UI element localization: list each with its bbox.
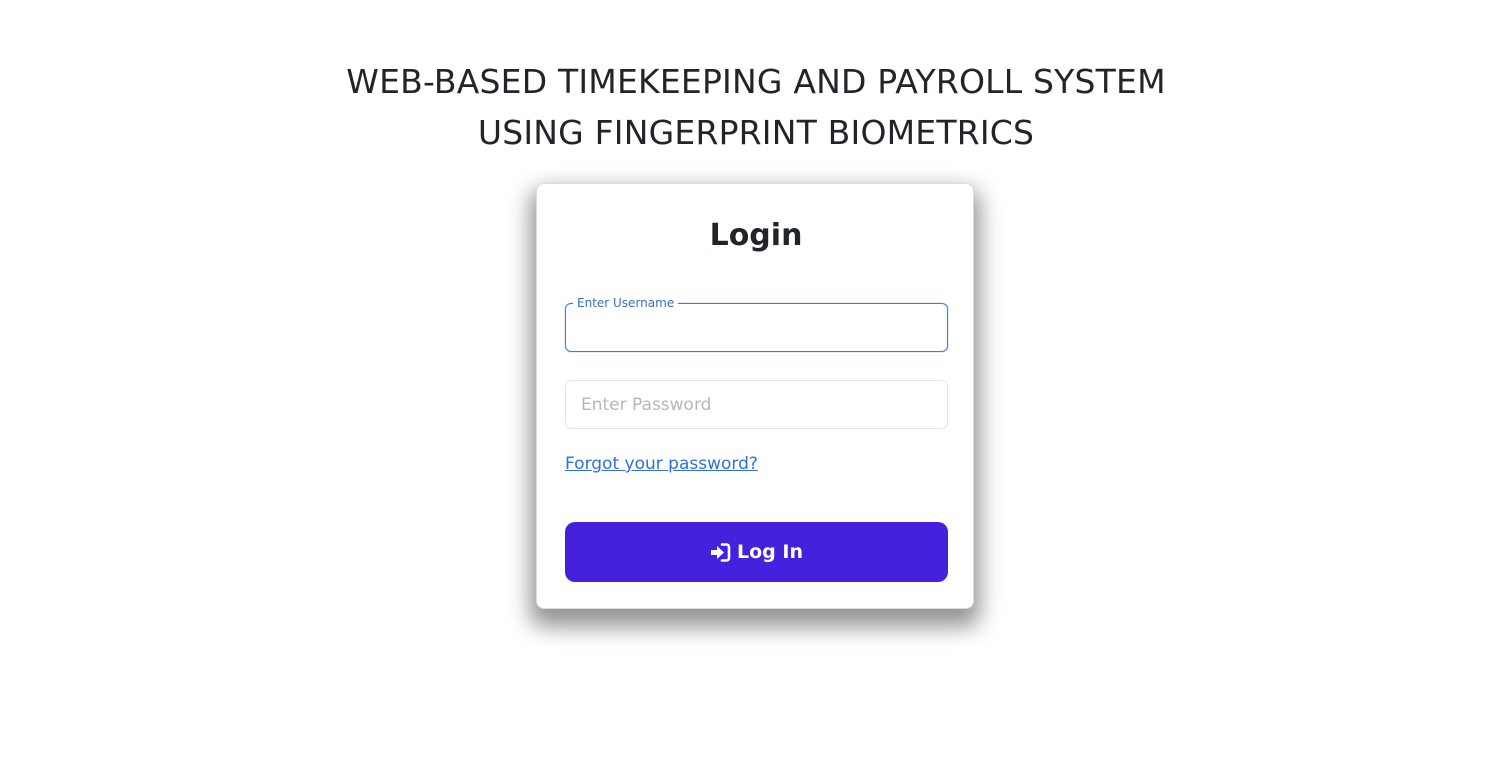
page-title-line-1: WEB-BASED TIMEKEEPING AND PAYROLL SYSTEM (346, 62, 1166, 101)
forgot-password-link[interactable]: Forgot your password? (565, 452, 758, 476)
login-heading: Login (709, 218, 803, 253)
password-input[interactable] (566, 381, 947, 428)
password-field-wrapper (565, 380, 948, 429)
login-button-label: Log In (737, 541, 803, 563)
username-field-wrapper: Enter Username (565, 295, 948, 352)
page-title: WEB-BASED TIMEKEEPING AND PAYROLL SYSTEM… (0, 56, 1490, 158)
sign-in-icon (710, 542, 731, 562)
page-title-line-2: USING FINGERPRINT BIOMETRICS (477, 113, 1035, 152)
username-input[interactable] (566, 304, 947, 351)
login-page: WEB-BASED TIMEKEEPING AND PAYROLL SYSTEM… (0, 0, 1490, 762)
login-card: Login Enter Username Forgot your passwor… (536, 183, 974, 609)
login-button[interactable]: Log In (565, 522, 948, 582)
